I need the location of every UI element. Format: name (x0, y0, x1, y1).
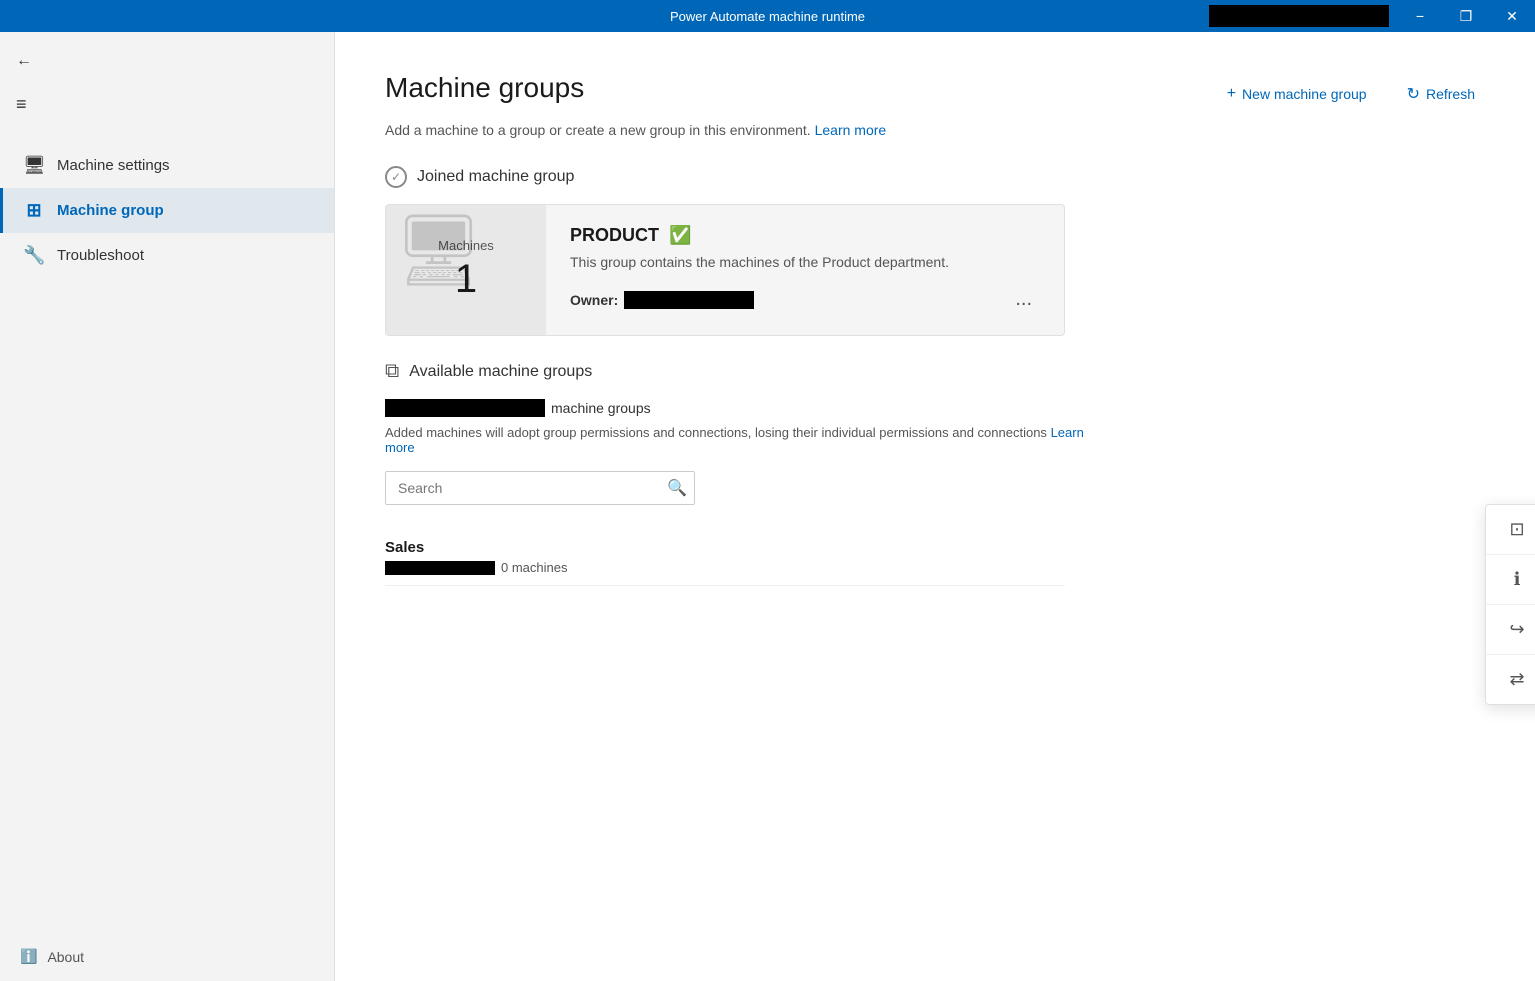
about-button[interactable]: ℹ️ About (0, 932, 334, 981)
joined-section-header: ✓ Joined machine group (385, 166, 1485, 188)
card-right: PRODUCT ✅ This group contains the machin… (546, 205, 1064, 335)
sidebar-item-label: Troubleshoot (57, 247, 144, 264)
title-bar: Power Automate machine runtime − ❐ ✕ (0, 0, 1535, 32)
card-title-row: PRODUCT ✅ (570, 225, 1040, 246)
available-section-title: Available machine groups (409, 363, 592, 381)
plus-icon: + (1227, 85, 1236, 103)
card-owner-row: Owner: ... (570, 284, 1040, 315)
owner-label: Owner: (570, 292, 618, 308)
sidebar-nav: 🖥 Machine settings ⊞ Machine group 🔧 Tro… (0, 143, 334, 278)
card-owner: Owner: (570, 291, 754, 309)
title-bar-redacted (1209, 5, 1389, 27)
see-details-icon: ℹ (1506, 569, 1528, 590)
joined-section-title: Joined machine group (417, 168, 574, 186)
owner-value-redacted (624, 291, 754, 309)
context-menu-item-see-details[interactable]: ℹ See details (1486, 555, 1535, 605)
page-subtitle: Add a machine to a group or create a new… (385, 122, 1485, 138)
context-menu-item-remove[interactable]: ↪ Remove from group (1486, 605, 1535, 655)
count-redacted (385, 399, 545, 417)
sidebar-item-troubleshoot[interactable]: 🔧 Troubleshoot (0, 233, 334, 278)
available-note: Added machines will adopt group permissi… (385, 425, 1085, 455)
refresh-button[interactable]: ↻ Refresh (1397, 78, 1485, 110)
page-header: Machine groups + New machine group ↻ Ref… (385, 72, 1485, 110)
window-controls: − ❐ ✕ (1209, 0, 1535, 32)
context-menu: ⊡ Edit group password ℹ See details ↪ Re… (1485, 504, 1535, 705)
app-container: ← ≡ 🖥 Machine settings ⊞ Machine group 🔧… (0, 32, 1535, 981)
view-cloud-icon: ⇄ (1506, 669, 1528, 690)
available-groups-icon: ⧉ (385, 360, 399, 383)
search-button[interactable]: 🔍 (667, 478, 687, 498)
new-machine-group-button[interactable]: + New machine group (1217, 79, 1377, 109)
wrench-icon: 🔧 (23, 245, 45, 266)
check-circle-icon: ✓ (385, 166, 407, 188)
available-section-header: ⧉ Available machine groups (385, 360, 1485, 383)
machine-group-card: 🖥 Machines 1 PRODUCT ✅ This group contai… (385, 204, 1065, 336)
learn-more-link[interactable]: Learn more (815, 122, 887, 138)
sidebar-item-machine-group[interactable]: ⊞ Machine group (0, 188, 334, 233)
group-icon: ⊞ (23, 200, 45, 221)
header-actions: + New machine group ↻ Refresh (1217, 78, 1485, 110)
computer-bg-icon: 🖥 (394, 215, 483, 285)
search-icon: 🔍 (667, 480, 687, 497)
remove-icon: ↪ (1506, 619, 1528, 640)
sidebar-item-label: Machine settings (57, 157, 170, 174)
hamburger-button[interactable]: ≡ (0, 82, 334, 127)
card-left: 🖥 Machines 1 (386, 205, 546, 335)
count-suffix: machine groups (551, 400, 651, 416)
card-menu-button[interactable]: ... (1007, 284, 1040, 315)
search-container: 🔍 (385, 471, 695, 505)
list-item: Sales 0 machines (385, 529, 1065, 586)
page-title: Machine groups (385, 72, 584, 104)
app-title: Power Automate machine runtime (670, 9, 865, 24)
close-button[interactable]: ✕ (1489, 0, 1535, 32)
sidebar-item-label: Machine group (57, 202, 164, 219)
card-group-name: PRODUCT (570, 225, 659, 246)
about-label: About (47, 949, 84, 965)
back-button[interactable]: ← (0, 40, 334, 82)
main-content: Machine groups + New machine group ↻ Ref… (335, 32, 1535, 981)
back-icon: ← (16, 52, 32, 70)
sidebar-item-machine-settings[interactable]: 🖥 Machine settings (0, 143, 334, 188)
verified-icon: ✅ (669, 225, 691, 246)
search-input[interactable] (385, 471, 695, 505)
sidebar: ← ≡ 🖥 Machine settings ⊞ Machine group 🔧… (0, 32, 335, 981)
info-icon: ℹ️ (20, 948, 37, 965)
context-menu-item-view-cloud[interactable]: ⇄ View in Power Automate cloud (1486, 655, 1535, 704)
monitor-icon: 🖥 (23, 155, 45, 176)
card-description: This group contains the machines of the … (570, 254, 1040, 270)
ellipsis-icon: ... (1015, 288, 1032, 310)
hamburger-icon: ≡ (16, 94, 27, 115)
available-section: ⧉ Available machine groups machine group… (385, 360, 1485, 586)
group-owner-redacted (385, 561, 495, 575)
available-count-row: machine groups (385, 399, 1485, 417)
edit-password-icon: ⊡ (1506, 519, 1528, 540)
group-machines-count: 0 machines (501, 560, 567, 575)
maximize-button[interactable]: ❐ (1443, 0, 1489, 32)
context-menu-item-edit-password[interactable]: ⊡ Edit group password (1486, 505, 1535, 555)
minimize-button[interactable]: − (1397, 0, 1443, 32)
refresh-label: Refresh (1426, 86, 1475, 102)
new-group-label: New machine group (1242, 86, 1367, 102)
group-meta: 0 machines (385, 560, 1065, 575)
group-name: Sales (385, 539, 1065, 556)
refresh-icon: ↻ (1407, 84, 1420, 104)
